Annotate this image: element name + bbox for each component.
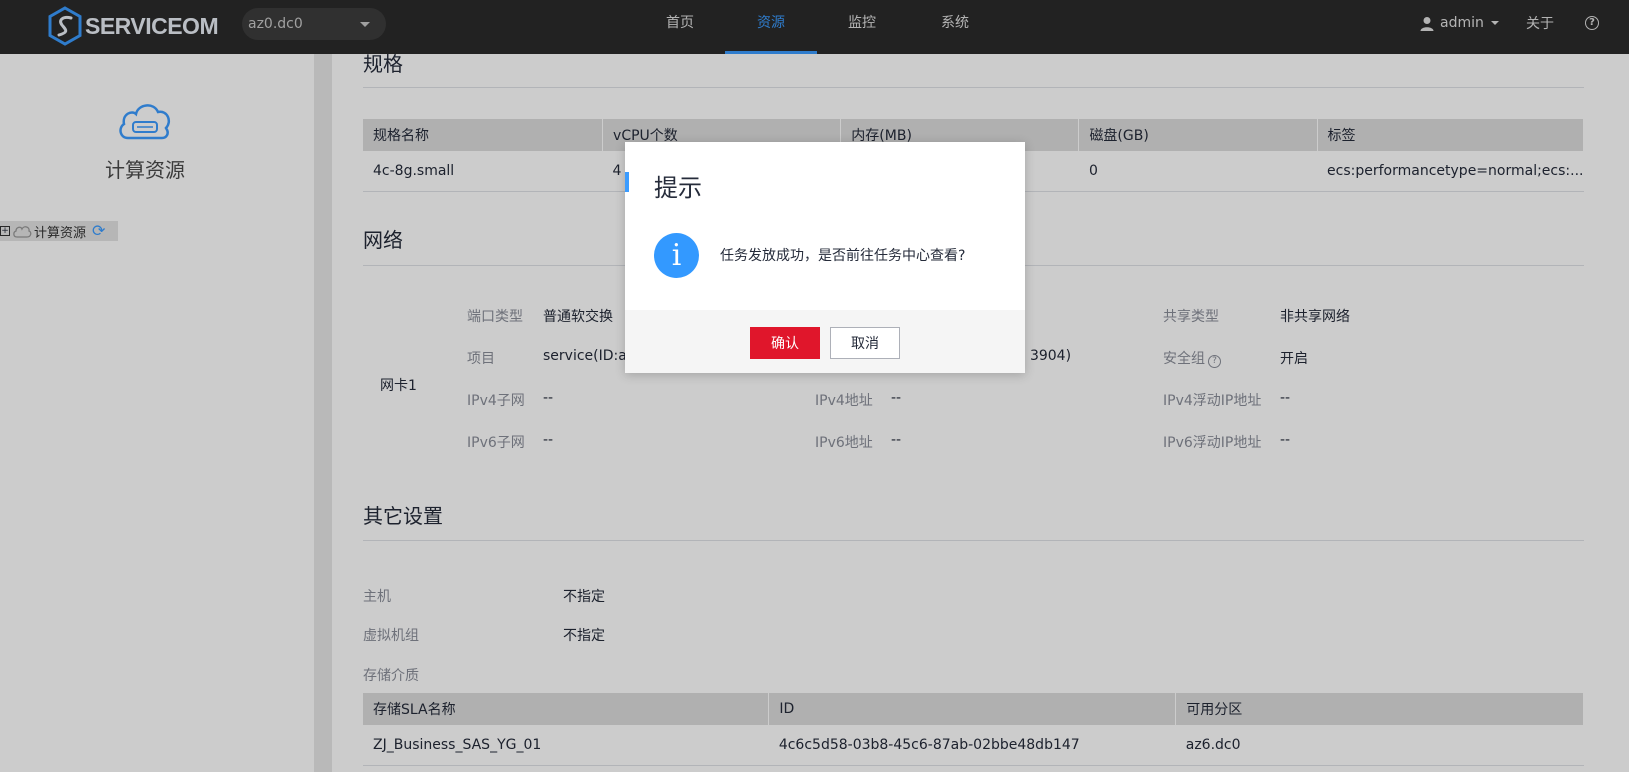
dialog-message: 任务发放成功，是否前往任务中心查看? (720, 248, 966, 264)
dialog-footer: 确认 取消 (625, 310, 1025, 373)
confirm-button[interactable]: 确认 (750, 327, 820, 359)
cancel-button[interactable]: 取消 (830, 327, 900, 359)
dialog-title: 提示 (654, 174, 702, 202)
modal-backdrop[interactable] (0, 0, 1629, 772)
info-icon: i (654, 233, 699, 278)
confirm-dialog: 提示 i 任务发放成功，是否前往任务中心查看? 确认 取消 (625, 142, 1025, 373)
dialog-accent-bar (625, 172, 629, 192)
